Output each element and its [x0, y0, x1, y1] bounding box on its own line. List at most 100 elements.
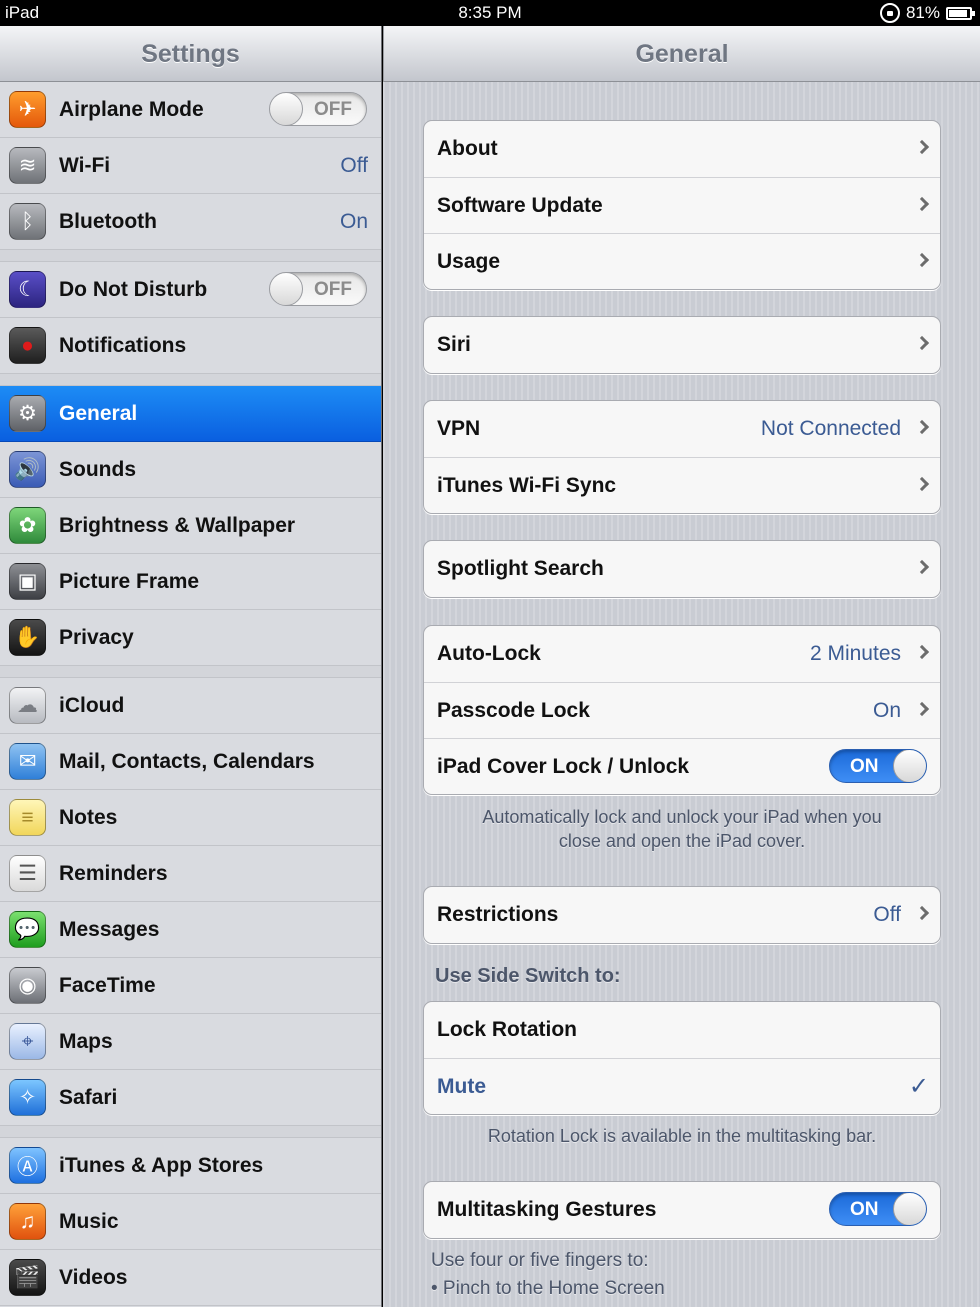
gear-icon: ⚙: [9, 395, 46, 432]
sidebar-item-label: Picture Frame: [59, 570, 200, 593]
battery-percent: 81%: [905, 3, 940, 22]
speaker-icon: 🔊: [9, 451, 46, 488]
chevron-right-icon: [914, 196, 930, 212]
sidebar-item-value: On: [339, 210, 368, 233]
status-indicators: 81%: [879, 3, 975, 23]
toggle-knob: [270, 93, 303, 125]
chevron-right-icon: [914, 644, 930, 660]
row-vpn[interactable]: VPN Not Connected: [424, 401, 940, 457]
sidebar-item-sounds[interactable]: 🔊 Sounds: [0, 442, 381, 498]
sidebar-item-label: Notes: [59, 806, 118, 829]
checklist-icon: ☰: [9, 855, 46, 892]
sidebar-item-label: Safari: [59, 1086, 118, 1109]
sidebar-item-videos[interactable]: 🎬 Videos: [0, 1250, 381, 1306]
group-network: VPN Not Connected iTunes Wi-Fi Sync: [423, 400, 941, 514]
group-separator: [0, 666, 381, 678]
bluetooth-icon: ᛒ: [9, 203, 46, 240]
sidebar-item-brightness-wallpaper[interactable]: ✿ Brightness & Wallpaper: [0, 498, 381, 554]
sidebar-item-airplane-mode[interactable]: ✈ Airplane Mode OFF: [0, 82, 381, 138]
flower-icon: ✿: [9, 507, 46, 544]
row-about[interactable]: About: [424, 121, 940, 177]
row-label: Siri: [437, 333, 471, 356]
toggle-state: OFF: [314, 99, 352, 120]
sidebar-item-music[interactable]: ♫ Music: [0, 1194, 381, 1250]
row-label: Restrictions: [437, 903, 559, 926]
picture-frame-icon: ▣: [9, 563, 46, 600]
sidebar-item-label: Videos: [59, 1266, 128, 1289]
row-spotlight-search[interactable]: Spotlight Search: [424, 541, 940, 597]
row-usage[interactable]: Usage: [424, 233, 940, 289]
row-label: Software Update: [437, 194, 603, 217]
toggle-state: ON: [850, 1199, 879, 1220]
sidebar-item-safari[interactable]: ✧ Safari: [0, 1070, 381, 1126]
group-separator: [0, 374, 381, 386]
sidebar-item-label: iTunes & App Stores: [59, 1154, 264, 1177]
gestures-item: • Pinch to the Home Screen: [431, 1278, 665, 1299]
sidebar-item-facetime[interactable]: ◉ FaceTime: [0, 958, 381, 1014]
row-software-update[interactable]: Software Update: [424, 177, 940, 233]
toggle-knob: [270, 273, 303, 305]
sidebar-item-label: Notifications: [59, 334, 187, 357]
sidebar-item-do-not-disturb[interactable]: ☾ Do Not Disturb OFF: [0, 262, 381, 318]
rotation-lock-icon: [879, 3, 900, 23]
sidebar-item-label: iCloud: [59, 694, 125, 717]
sidebar-item-bluetooth[interactable]: ᛒ Bluetooth On: [0, 194, 381, 250]
row-label: Spotlight Search: [437, 557, 604, 580]
clapperboard-icon: 🎬: [9, 1259, 46, 1296]
sidebar-item-notes[interactable]: ≡ Notes: [0, 790, 381, 846]
envelope-icon: ✉: [9, 743, 46, 780]
sidebar-item-general[interactable]: ⚙ General: [0, 386, 381, 442]
sidebar-item-mail-contacts-calendars[interactable]: ✉ Mail, Contacts, Calendars: [0, 734, 381, 790]
row-itunes-wifi-sync[interactable]: iTunes Wi-Fi Sync: [424, 457, 940, 513]
battery-icon: [946, 6, 975, 20]
wifi-icon: ≋: [9, 147, 46, 184]
app-store-icon: Ⓐ: [9, 1147, 46, 1184]
row-cover-lock: iPad Cover Lock / Unlock ON: [424, 738, 940, 794]
chevron-right-icon: [914, 559, 930, 575]
sidebar-item-reminders[interactable]: ☰ Reminders: [0, 846, 381, 902]
row-auto-lock[interactable]: Auto-Lock 2 Minutes: [424, 626, 940, 682]
toggle-state: ON: [850, 756, 879, 777]
moon-icon: ☾: [9, 271, 46, 308]
sidebar-item-maps[interactable]: ⌖ Maps: [0, 1014, 381, 1070]
row-lock-rotation[interactable]: Lock Rotation: [424, 1002, 940, 1058]
video-camera-icon: ◉: [9, 967, 46, 1004]
chevron-right-icon: [914, 252, 930, 268]
row-restrictions[interactable]: Restrictions Off: [424, 887, 940, 943]
row-mute[interactable]: Mute ✓: [424, 1058, 940, 1114]
row-label: Auto-Lock: [437, 642, 541, 665]
toggle-knob: [893, 750, 926, 782]
sidebar-item-picture-frame[interactable]: ▣ Picture Frame: [0, 554, 381, 610]
do-not-disturb-toggle[interactable]: OFF: [269, 272, 367, 306]
sidebar-item-label: Music: [59, 1210, 119, 1233]
notepad-icon: ≡: [9, 799, 46, 836]
multitasking-toggle[interactable]: ON: [829, 1192, 927, 1226]
row-passcode-lock[interactable]: Passcode Lock On: [424, 682, 940, 738]
sidebar-item-itunes-app-stores[interactable]: ⒶiTunes & App Stores: [0, 1138, 381, 1194]
sidebar-item-notifications[interactable]: ● Notifications: [0, 318, 381, 374]
sidebar-item-label: General: [59, 402, 138, 425]
sidebar-item-wi-fi[interactable]: ≋ Wi-Fi Off: [0, 138, 381, 194]
sidebar-item-value: Off: [340, 154, 368, 177]
sidebar-item-messages[interactable]: 💬 Messages: [0, 902, 381, 958]
row-label: iPad Cover Lock / Unlock: [437, 755, 690, 778]
toggle-state: OFF: [314, 279, 352, 300]
side-switch-footer: Rotation Lock is available in the multit…: [487, 1126, 877, 1146]
group-separator: [0, 1126, 381, 1138]
sidebar-item-label: Do Not Disturb: [59, 278, 208, 301]
row-label: VPN: [437, 417, 481, 440]
row-label: iTunes Wi-Fi Sync: [437, 474, 617, 497]
sidebar-title: Settings: [0, 26, 381, 82]
airplane-mode-toggle[interactable]: OFF: [269, 92, 367, 126]
chevron-right-icon: [914, 419, 930, 435]
group-multitasking: Multitasking Gestures ON: [423, 1181, 941, 1239]
sidebar-item-privacy[interactable]: ✋ Privacy: [0, 610, 381, 666]
sidebar-item-icloud[interactable]: ☁ iCloud: [0, 678, 381, 734]
clock: 8:35 PM: [458, 3, 522, 22]
toggle-knob: [893, 1193, 926, 1225]
sidebar-item-label: Airplane Mode: [59, 98, 204, 121]
general-detail-pane: General About Software Update Usage Siri…: [383, 26, 980, 1307]
cover-lock-toggle[interactable]: ON: [829, 749, 927, 783]
row-siri[interactable]: Siri: [424, 317, 940, 373]
airplane-icon: ✈: [9, 91, 46, 128]
